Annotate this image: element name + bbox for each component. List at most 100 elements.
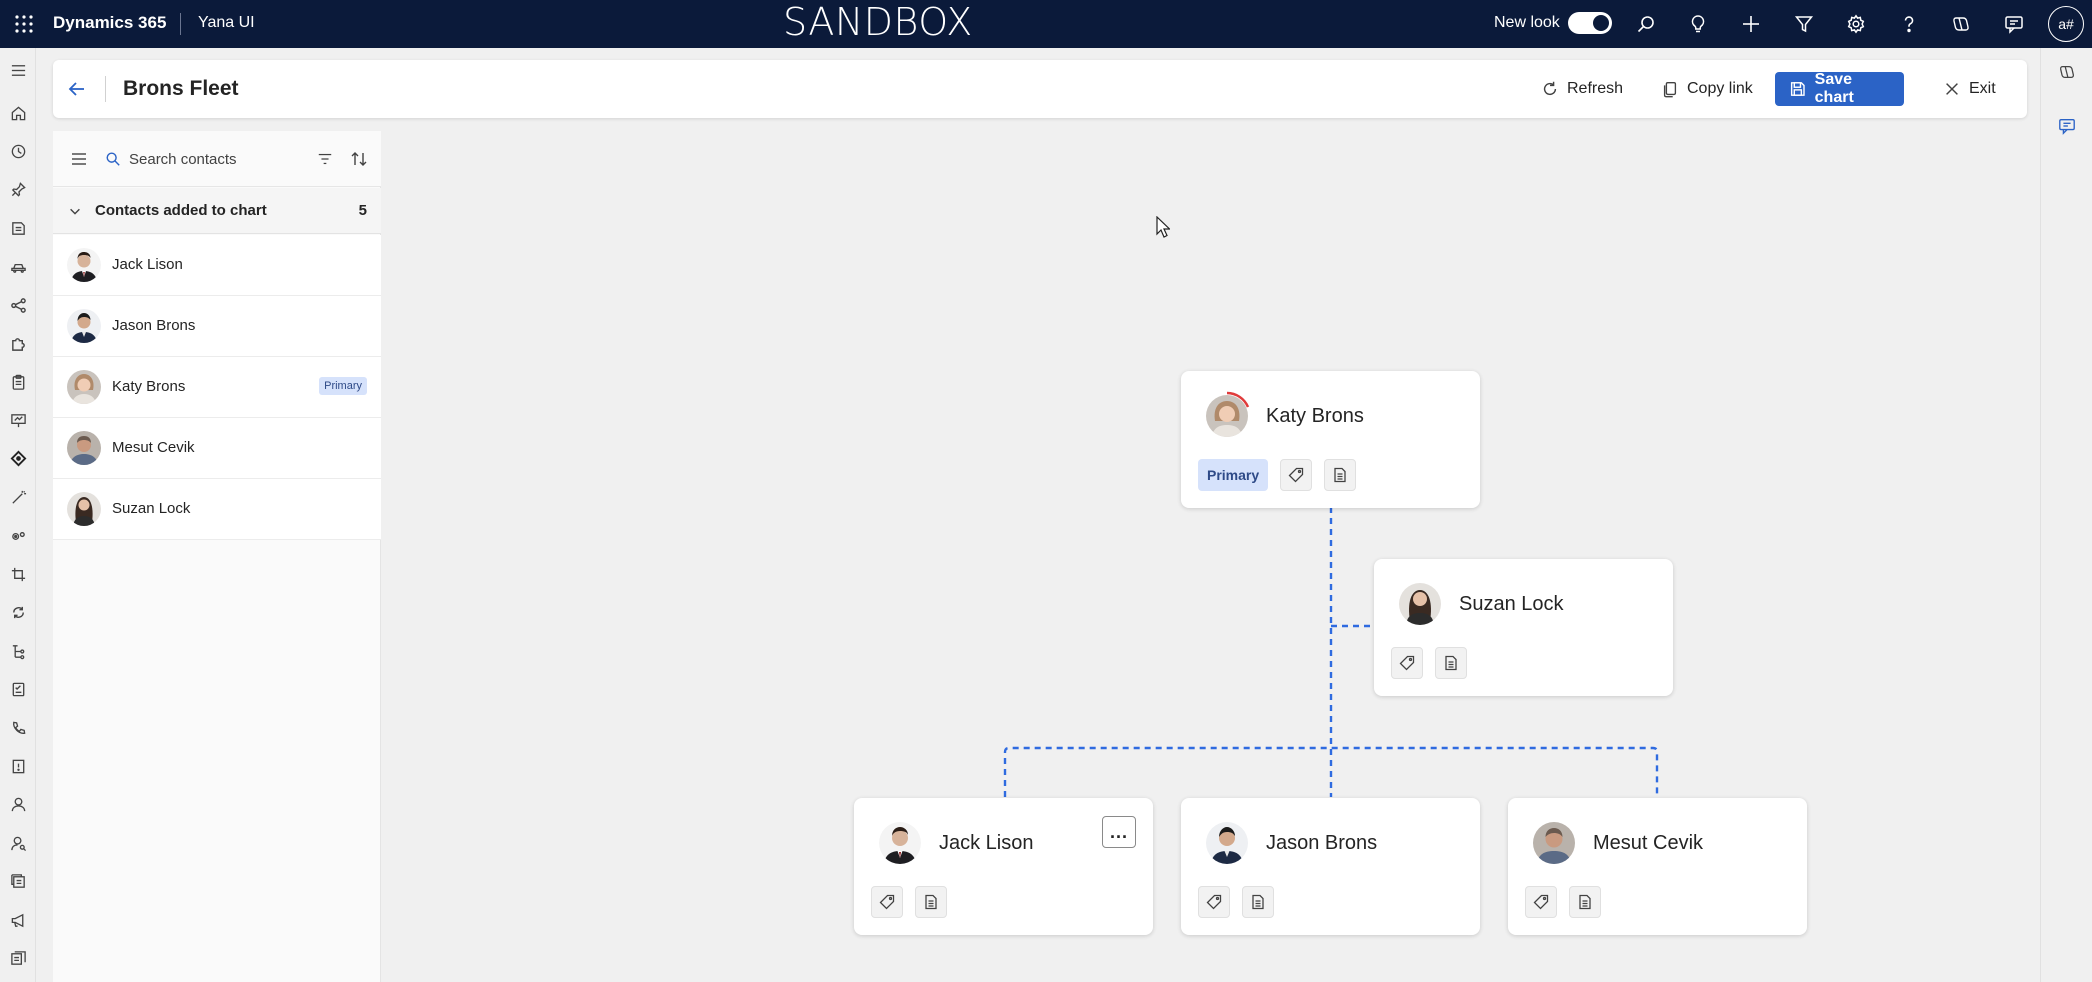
search-box[interactable] (105, 145, 305, 173)
node-actions (1198, 886, 1274, 918)
new-look-label: New look (1494, 14, 1560, 31)
home-icon[interactable] (6, 101, 30, 125)
puzzle-icon[interactable] (6, 331, 30, 355)
book-icon[interactable] (6, 216, 30, 240)
avatar (879, 822, 921, 864)
org-chart-node[interactable]: Mesut Cevik (1508, 798, 1807, 935)
megaphone-icon[interactable] (6, 908, 30, 932)
header-divider (105, 76, 106, 102)
copy-link-button[interactable]: Copy link (1651, 72, 1763, 106)
refresh-icon (1543, 81, 1557, 96)
notes-icon[interactable] (1324, 459, 1357, 491)
recent-icon[interactable] (6, 139, 30, 163)
contacts-toolbar (53, 131, 381, 187)
notes-icon[interactable] (915, 886, 947, 918)
hamburger-icon[interactable] (6, 58, 30, 82)
chat-icon[interactable] (2055, 114, 2079, 138)
copilot-icon[interactable] (1947, 10, 1975, 38)
car-icon[interactable] (6, 254, 30, 278)
wand-icon[interactable] (6, 485, 30, 509)
person-icon[interactable] (6, 792, 30, 816)
primary-badge[interactable]: Primary (1198, 459, 1269, 491)
app-launcher-icon[interactable] (8, 8, 40, 40)
list-item[interactable]: Katy Brons Primary (53, 357, 381, 418)
clipboard-icon[interactable] (6, 370, 30, 394)
filter-icon[interactable] (1790, 10, 1818, 38)
diamond-icon[interactable] (6, 446, 30, 470)
environment-label: SANDBOX (783, 0, 973, 44)
org-chart-node[interactable]: Suzan Lock (1374, 559, 1673, 696)
avatar (1206, 822, 1248, 864)
tag-icon[interactable] (1525, 886, 1557, 918)
new-look-toggle[interactable] (1568, 12, 1612, 34)
org-chart-node[interactable]: Katy Brons Primary (1181, 371, 1480, 508)
hamburger-icon[interactable] (65, 145, 93, 173)
notes-icon[interactable] (1242, 886, 1274, 918)
document-stack-icon[interactable] (6, 869, 30, 893)
document-icon[interactable] (6, 946, 30, 970)
save-chart-label: Save chart (1814, 71, 1854, 106)
plus-icon[interactable] (1737, 10, 1765, 38)
notes-icon[interactable] (1435, 647, 1467, 679)
refresh-label: Refresh (1567, 80, 1624, 97)
lightbulb-icon[interactable] (1684, 10, 1712, 38)
search-icon (106, 152, 120, 166)
list-item[interactable]: Suzan Lock (53, 479, 381, 540)
chevron-down-icon[interactable] (65, 201, 85, 221)
node-actions (1525, 886, 1601, 918)
save-chart-button[interactable]: Save chart (1775, 71, 1904, 106)
org-chart-node[interactable]: Jack Lison ... (854, 798, 1153, 935)
list-item[interactable]: Jason Brons (53, 296, 381, 357)
exit-button[interactable]: Exit (1933, 72, 2006, 106)
refresh-button[interactable]: Refresh (1531, 72, 1633, 106)
list-item[interactable]: Jack Lison (53, 235, 381, 296)
sort-icon[interactable] (345, 145, 373, 173)
report-icon[interactable] (6, 754, 30, 778)
node-name: Jack Lison (939, 832, 1034, 854)
mouse-cursor-icon (1156, 216, 1170, 238)
search-icon[interactable] (1632, 10, 1660, 38)
copilot-icon[interactable] (2055, 60, 2079, 84)
contacts-group-header[interactable]: Contacts added to chart 5 (53, 188, 381, 234)
network-icon[interactable] (6, 293, 30, 317)
gear-icon[interactable] (1842, 10, 1870, 38)
avatar (67, 309, 101, 343)
notes-icon[interactable] (1569, 886, 1601, 918)
node-actions (871, 886, 947, 918)
gears-icon[interactable] (6, 523, 30, 547)
org-chart-node[interactable]: Jason Brons (1181, 798, 1480, 935)
phone-icon[interactable] (6, 716, 30, 740)
user-avatar[interactable]: a# (2048, 6, 2084, 42)
tag-icon[interactable] (1198, 886, 1230, 918)
crop-icon[interactable] (6, 562, 30, 586)
copy-icon (1663, 82, 1677, 98)
filter-icon[interactable] (311, 145, 339, 173)
left-navigation-rail (0, 48, 36, 982)
product-name[interactable]: Dynamics 365 (53, 13, 166, 33)
avatar (67, 370, 101, 404)
node-name: Suzan Lock (1459, 593, 1564, 615)
search-input[interactable] (129, 150, 299, 168)
page-title: Brons Fleet (123, 77, 239, 100)
save-icon (1790, 82, 1805, 96)
app-name[interactable]: Yana UI (198, 14, 255, 32)
back-arrow-icon[interactable] (63, 75, 91, 103)
tag-icon[interactable] (1280, 459, 1313, 491)
contact-name: Mesut Cevik (112, 439, 195, 456)
primary-badge: Primary (319, 377, 367, 395)
help-icon[interactable] (1895, 10, 1923, 38)
top-navigation-bar: Dynamics 365 Yana UI SANDBOX New look a# (0, 0, 2092, 48)
contact-name: Jason Brons (112, 317, 196, 334)
checklist-icon[interactable] (6, 677, 30, 701)
person-search-icon[interactable] (6, 831, 30, 855)
pin-icon[interactable] (6, 177, 30, 201)
sync-icon[interactable] (6, 600, 30, 624)
tree-icon[interactable] (6, 639, 30, 663)
presentation-icon[interactable] (6, 408, 30, 432)
tag-icon[interactable] (1391, 647, 1423, 679)
more-options-button[interactable]: ... (1102, 816, 1136, 848)
list-item[interactable]: Mesut Cevik (53, 418, 381, 479)
chat-icon[interactable] (2000, 10, 2028, 38)
group-label: Contacts added to chart (95, 202, 267, 219)
tag-icon[interactable] (871, 886, 903, 918)
